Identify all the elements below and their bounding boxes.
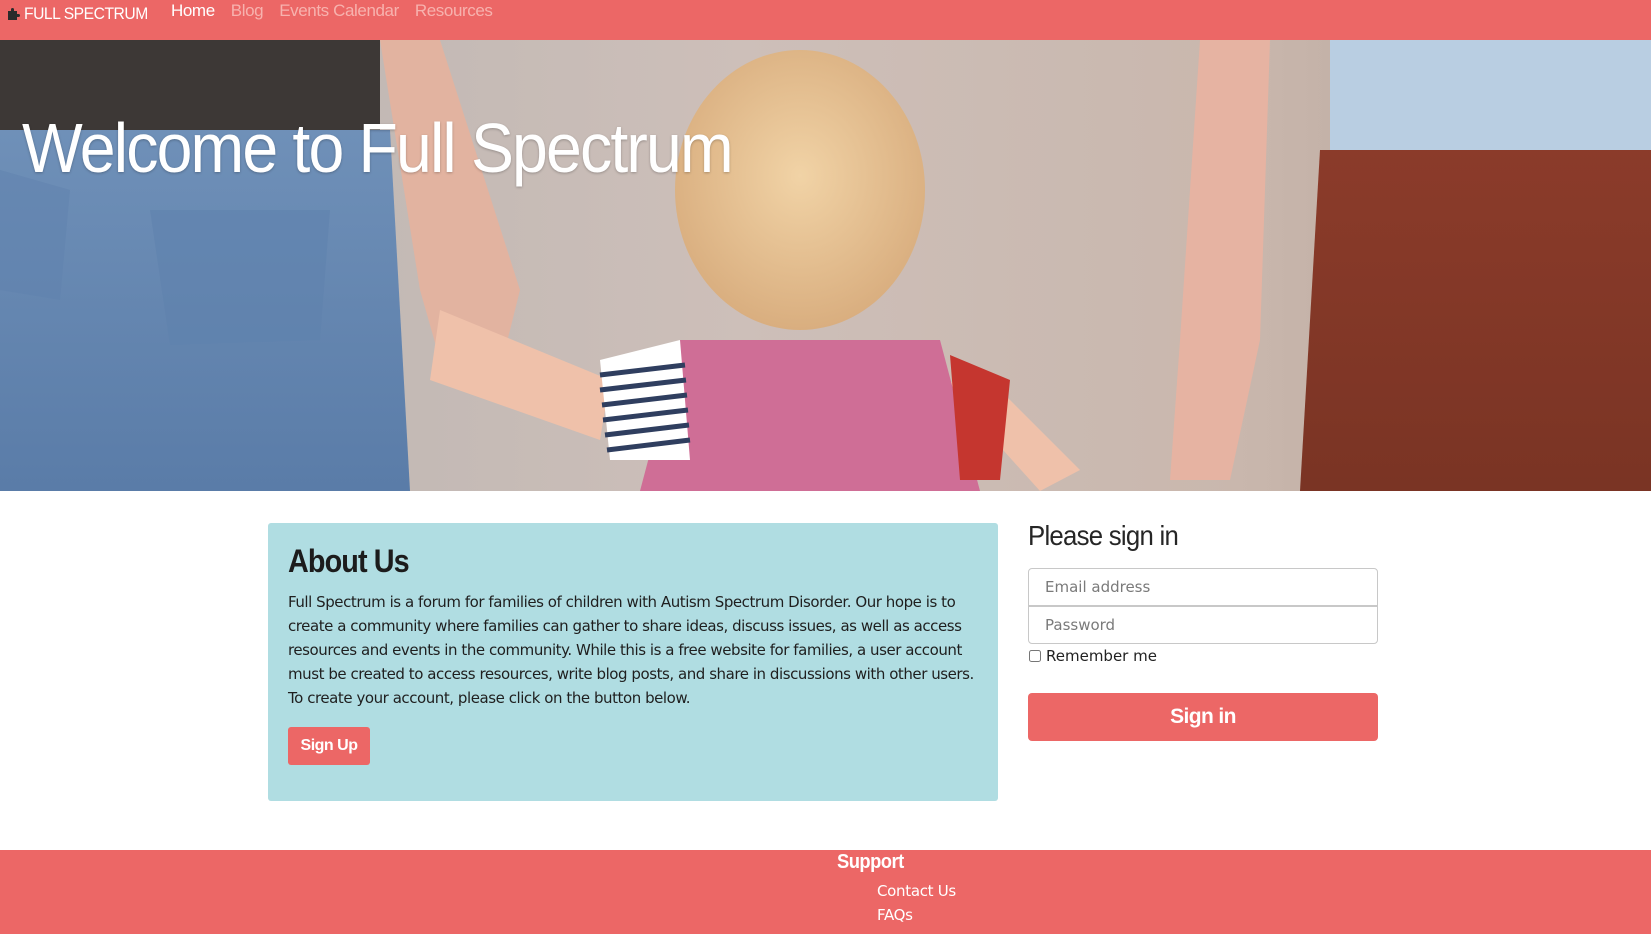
password-field[interactable] (1028, 606, 1378, 644)
about-description: Full Spectrum is a forum for families of… (288, 593, 974, 707)
sign-in-heading: Please sign in (1028, 520, 1179, 551)
sign-in-form: Please sign in Remember me Sign in (1028, 520, 1378, 741)
main-nav: Home Blog Events Calendar Resources (171, 1, 509, 21)
top-navbar: FULL SPECTRUM Home Blog Events Calendar … (0, 0, 1651, 40)
brand-label: FULL SPECTRUM (24, 4, 148, 23)
sign-in-button[interactable]: Sign in (1028, 693, 1378, 741)
remember-me-checkbox[interactable] (1029, 650, 1041, 662)
nav-link-blog[interactable]: Blog (231, 1, 264, 21)
remember-me-label: Remember me (1046, 647, 1157, 665)
sign-up-button[interactable]: Sign Up (288, 727, 370, 765)
remember-me-option[interactable]: Remember me (1028, 647, 1157, 665)
about-heading: About Us (288, 543, 410, 579)
footer-support-heading: Support (837, 851, 904, 873)
email-field[interactable] (1028, 568, 1378, 606)
puzzle-piece-icon (6, 6, 22, 22)
nav-link-events-calendar[interactable]: Events Calendar (279, 1, 399, 21)
footer: Support Contact Us FAQs (0, 850, 1651, 934)
nav-link-home[interactable]: Home (171, 1, 215, 21)
hero-title: Welcome to Full Spectrum (22, 109, 734, 187)
hero-banner: Welcome to Full Spectrum (0, 40, 1651, 491)
footer-link-contact-us[interactable]: Contact Us (877, 882, 956, 900)
footer-link-faqs[interactable]: FAQs (877, 906, 913, 924)
nav-link-resources[interactable]: Resources (415, 1, 493, 21)
brand-link[interactable]: FULL SPECTRUM (6, 3, 159, 25)
about-us-panel: About Us Full Spectrum is a forum for fa… (268, 523, 998, 801)
